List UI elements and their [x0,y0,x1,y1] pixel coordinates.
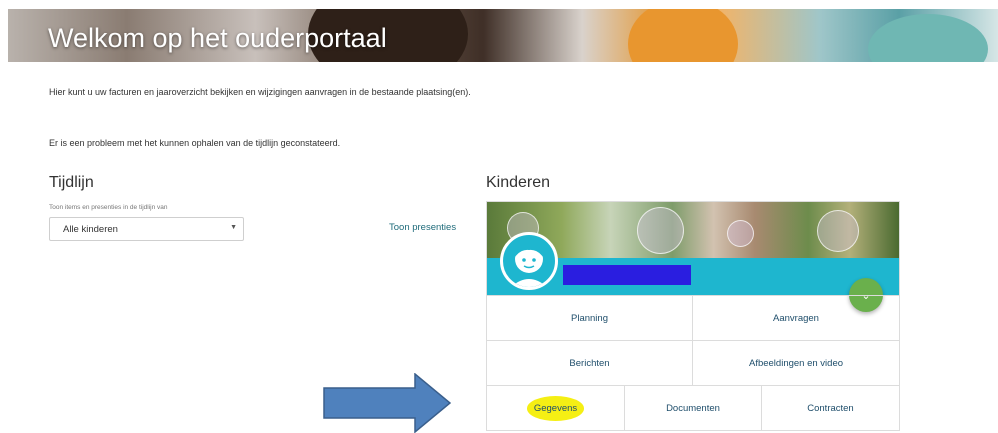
timeline-title: Tijdlijn [49,174,94,191]
toon-presenties-link[interactable]: Toon presenties [389,222,456,233]
header-banner: Welkom op het ouderportaal [8,9,998,62]
banner-decoration [868,14,988,62]
planning-button[interactable]: Planning [487,295,693,340]
banner-decoration [628,9,738,62]
gegevens-label: Gegevens [526,395,585,421]
bubble-decoration [637,207,684,254]
child-name-redacted [563,265,691,285]
child-card: ⌄ Planning Aanvragen Berichten Afbeeldin… [486,201,900,431]
timeline-filter-label: Toon items en presenties in de tijdlijn … [49,204,168,211]
berichten-button[interactable]: Berichten [487,340,693,385]
bubble-decoration [817,210,859,252]
dropdown-arrow-icon: ▼ [230,224,237,231]
documenten-button[interactable]: Documenten [625,385,762,430]
timeline-filter-select[interactable]: Alle kinderen ▼ [49,217,244,241]
intro-text: Hier kunt u uw facturen en jaaroverzicht… [49,87,471,97]
kinderen-title: Kinderen [486,174,551,191]
page-title: Welkom op het ouderportaal [48,23,387,53]
timeline-filter-value: Alle kinderen [63,223,118,235]
error-message: Er is een probleem met het kunnen ophale… [49,138,341,148]
annotation-arrow-icon [323,373,451,433]
contracten-button[interactable]: Contracten [762,385,899,430]
bubble-decoration [727,220,754,247]
gegevens-button[interactable]: Gegevens [487,385,625,430]
afbeeldingen-video-button[interactable]: Afbeeldingen en video [693,340,899,385]
aanvragen-button[interactable]: Aanvragen [693,295,899,340]
child-avatar-icon [500,232,558,290]
